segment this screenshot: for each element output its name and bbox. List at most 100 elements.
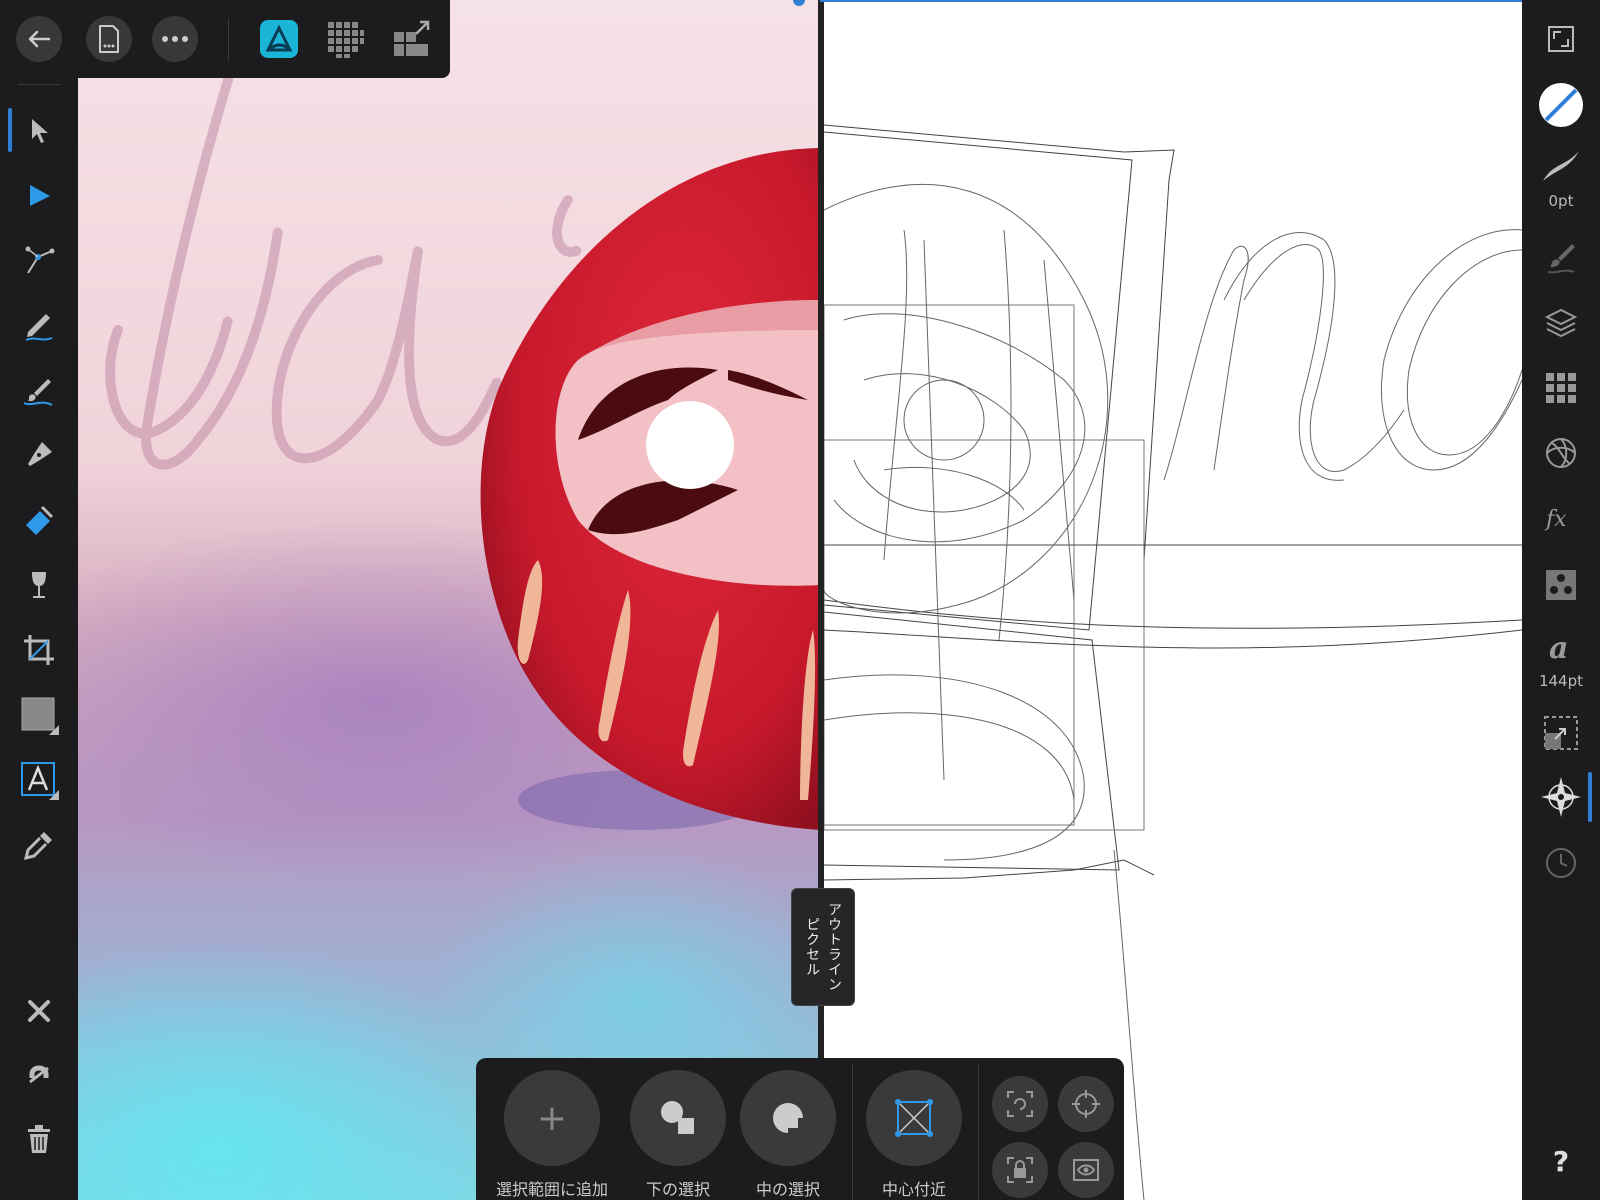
document-icon <box>99 25 119 53</box>
transform-origin-button[interactable] <box>992 1076 1048 1132</box>
select-inside-label: 中の選択 <box>755 1180 820 1199</box>
corner-tool-icon <box>25 246 55 274</box>
pixel-persona-button[interactable] <box>324 18 366 60</box>
near-center-icon <box>895 1099 933 1137</box>
text-styles-button[interactable]: a <box>1536 622 1586 672</box>
more-icon <box>162 36 188 42</box>
toolbar-separator <box>228 18 229 60</box>
context-separator <box>852 1064 853 1200</box>
select-inside-button[interactable] <box>740 1070 836 1166</box>
add-to-selection-button[interactable]: + <box>504 1070 600 1166</box>
pen-icon <box>28 442 52 466</box>
snapping-icon <box>29 1065 49 1084</box>
corner-tool[interactable] <box>14 235 64 285</box>
navigator-button[interactable] <box>1536 772 1586 822</box>
near-center-label: 中心付近 <box>881 1180 946 1199</box>
pen-tool[interactable] <box>14 430 64 480</box>
more-button[interactable] <box>152 16 198 62</box>
document-button[interactable] <box>86 16 132 62</box>
stroke-icon <box>1543 151 1579 181</box>
daruma-eye <box>646 401 734 489</box>
styles-icon <box>1546 570 1576 600</box>
split-divider[interactable] <box>818 0 824 1200</box>
back-icon <box>28 30 51 48</box>
export-persona-button[interactable] <box>390 18 432 60</box>
delete-icon <box>28 1125 50 1153</box>
fill-tool[interactable] <box>14 495 64 545</box>
fill-icon <box>26 505 54 535</box>
canvas-pixel-view[interactable] <box>78 0 820 1200</box>
eye-icon <box>1073 1159 1099 1181</box>
effects-button[interactable]: fx <box>1536 494 1586 544</box>
transparency-icon <box>32 572 46 598</box>
lock-children-button[interactable] <box>992 1142 1048 1198</box>
layers-icon <box>1544 308 1578 338</box>
pixel-label: ピクセル <box>804 917 820 977</box>
artwork-outline <box>824 124 1522 1200</box>
select-under-button[interactable] <box>630 1070 726 1166</box>
artistic-text-icon <box>21 762 59 800</box>
move-tool[interactable] <box>14 105 64 155</box>
pencil-icon <box>25 314 53 341</box>
split-view-label[interactable]: アウトライン ピクセル <box>791 888 855 1006</box>
fullscreen-icon <box>1548 26 1574 52</box>
transparency-tool[interactable] <box>14 560 64 610</box>
vector-brush-icon <box>23 379 53 406</box>
selection-edge <box>820 0 1522 2</box>
node-tool-icon <box>30 185 50 206</box>
layers-button[interactable] <box>1536 298 1586 348</box>
designer-persona-button[interactable] <box>258 18 300 60</box>
delete-button[interactable] <box>14 1114 64 1164</box>
color-wheel-button[interactable] <box>1536 428 1586 478</box>
styles-button[interactable] <box>1536 560 1586 610</box>
color-button[interactable] <box>1536 80 1586 130</box>
color-icon <box>1539 83 1583 127</box>
color-wheel-icon <box>1546 438 1576 468</box>
visibility-button[interactable] <box>1058 1142 1114 1198</box>
near-center-button[interactable] <box>866 1070 962 1166</box>
text-tool[interactable] <box>14 755 64 805</box>
designer-persona-icon <box>260 20 298 58</box>
toolbar-divider <box>18 84 60 85</box>
brushes-button[interactable] <box>1536 232 1586 282</box>
rectangle-icon <box>21 697 59 735</box>
history-button[interactable] <box>1536 838 1586 888</box>
crop-tool[interactable] <box>14 625 64 675</box>
help-button[interactable]: ? <box>1536 1136 1586 1186</box>
shape-tool[interactable] <box>14 690 64 740</box>
outline-label: アウトライン <box>826 902 842 992</box>
color-picker-tool[interactable] <box>14 820 64 870</box>
target-button[interactable] <box>1058 1076 1114 1132</box>
close-icon <box>28 1000 50 1022</box>
close-button[interactable] <box>14 986 64 1036</box>
active-panel-indicator <box>1588 772 1592 822</box>
select-inside-icon <box>773 1103 803 1133</box>
context-toolbar: + 選択範囲に追加 下の選択 中の選択 中心付近 <box>476 1058 1124 1200</box>
font-size-label: 144pt <box>1538 672 1584 690</box>
pencil-tool[interactable] <box>14 300 64 350</box>
canvas-outline-view[interactable] <box>824 0 1522 1200</box>
right-toolbar: 0pt fx a 144pt ? <box>1522 0 1600 1200</box>
svg-text:fx: fx <box>1544 507 1567 532</box>
transform-icon <box>1544 716 1578 750</box>
rotate-selection-icon <box>1007 1091 1033 1117</box>
stroke-width-label: 0pt <box>1548 192 1574 210</box>
transform-button[interactable] <box>1536 708 1586 758</box>
snapping-button[interactable] <box>14 1050 64 1100</box>
top-toolbar <box>0 0 450 78</box>
pixel-persona-icon <box>328 22 364 58</box>
fullscreen-button[interactable] <box>1536 14 1586 64</box>
help-icon: ? <box>1552 1144 1570 1178</box>
select-under-label: 下の選択 <box>645 1180 710 1199</box>
left-toolbar <box>0 78 78 1200</box>
artwork-pixel <box>105 75 820 830</box>
history-icon <box>1546 848 1576 878</box>
vector-brush-tool[interactable] <box>14 365 64 415</box>
node-tool[interactable] <box>14 170 64 220</box>
swatches-button[interactable] <box>1536 363 1586 413</box>
lock-icon <box>1007 1157 1033 1183</box>
stroke-button[interactable] <box>1536 140 1586 190</box>
active-tool-indicator <box>8 108 12 152</box>
back-button[interactable] <box>16 16 62 62</box>
plus-icon: + <box>536 1097 568 1139</box>
